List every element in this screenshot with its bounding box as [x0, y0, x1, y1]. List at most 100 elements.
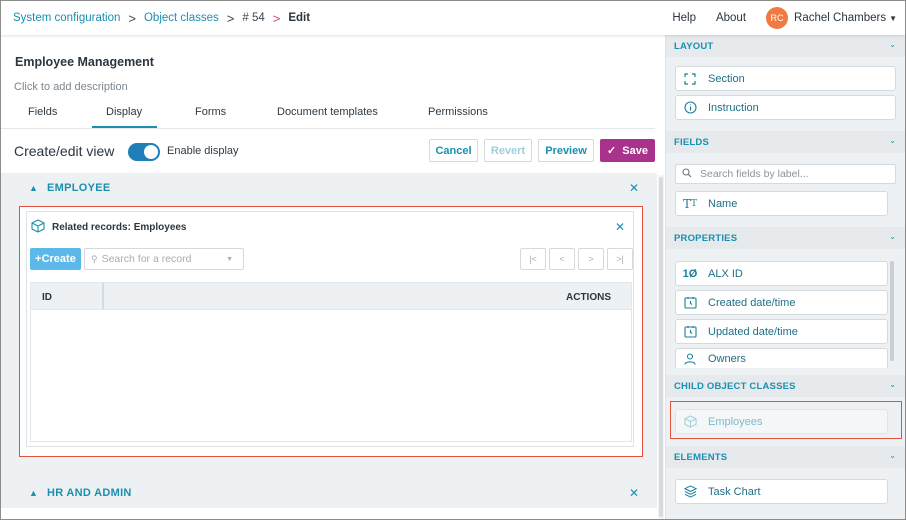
breadcrumb-system-configuration[interactable]: System configuration	[13, 12, 120, 24]
toggle-knob	[144, 145, 158, 159]
sidebar-item-updated[interactable]: Updated date/time	[675, 319, 888, 344]
chevron-down-icon: ▼	[226, 255, 233, 263]
view-toolbar: Create/edit view Enable display Cancel R…	[1, 135, 661, 169]
enable-display-toggle[interactable]	[128, 143, 160, 161]
breadcrumb-separator: >	[272, 10, 281, 26]
chevron-down-icon[interactable]: ⌄	[889, 380, 896, 389]
calendar-clock-icon	[682, 325, 698, 338]
column-actions: ACTIONS	[566, 292, 611, 303]
main-panel: Employee Management Click to add descrip…	[1, 35, 665, 519]
description-field[interactable]: Click to add description	[14, 81, 128, 93]
info-circle-icon	[682, 101, 698, 114]
chevron-left-icon: <	[559, 254, 565, 264]
last-page-icon: >|	[616, 254, 624, 264]
sidebar-layout-title: LAYOUT	[674, 41, 714, 52]
create-button[interactable]: +Create	[30, 248, 81, 270]
tab-display[interactable]: Display	[106, 106, 142, 118]
sidebar-child-classes-header[interactable]: CHILD OBJECT CLASSES ⌄	[666, 375, 905, 397]
related-records-highlight: Related records: Employees ✕ +Create ⚲ S…	[19, 206, 643, 457]
cube-icon	[31, 219, 45, 236]
save-label: Save	[622, 144, 648, 157]
section-employee-header[interactable]: ▲ EMPLOYEE ✕	[1, 173, 657, 203]
collapse-caret-icon[interactable]: ▲	[29, 183, 38, 193]
tab-fields[interactable]: Fields	[28, 106, 57, 118]
section-employee-label: EMPLOYEE	[47, 182, 111, 194]
sidebar-item-task-chart[interactable]: Task Chart	[675, 479, 888, 504]
breadcrumb-separator: >	[128, 10, 136, 26]
breadcrumb-record-number: # 54	[242, 12, 265, 24]
search-icon: ⚲	[91, 253, 98, 264]
section-frame-icon	[682, 72, 698, 85]
sidebar-item-employees[interactable]: Employees	[675, 409, 888, 434]
column-id[interactable]: ID	[42, 292, 52, 303]
chevron-down-icon[interactable]: ⌄	[889, 40, 896, 49]
sidebar-layout-header[interactable]: LAYOUT ⌄	[666, 35, 905, 57]
sidebar-item-name[interactable]: TT Name	[675, 191, 888, 216]
save-button[interactable]: ✓ Save	[600, 139, 655, 162]
main-scrollbar-thumb[interactable]	[659, 177, 663, 517]
section-hr-admin-header[interactable]: ▲ HR AND ADMIN ✕	[1, 478, 657, 508]
chevron-down-icon[interactable]: ⌄	[889, 232, 896, 241]
related-records-title: Related records: Employees	[52, 222, 187, 233]
collapse-caret-icon[interactable]: ▲	[29, 488, 38, 498]
sidebar-item-instruction[interactable]: Instruction	[675, 95, 896, 120]
tab-document-templates[interactable]: Document templates	[277, 106, 378, 118]
sidebar-item-owners[interactable]: Owners	[675, 348, 888, 368]
breadcrumb-separator: >	[226, 10, 235, 26]
avatar: RC	[766, 7, 789, 29]
prev-page-button[interactable]: <	[549, 248, 575, 270]
first-page-button[interactable]: |<	[520, 248, 546, 270]
chevron-down-icon[interactable]: ⌄	[889, 136, 896, 145]
close-icon[interactable]: ✕	[615, 220, 625, 234]
enable-display-label: Enable display	[167, 145, 239, 157]
help-link[interactable]: Help	[672, 12, 696, 24]
sidebar-item-label: Owners	[708, 352, 746, 365]
sidebar-item-label: Created date/time	[708, 296, 796, 309]
sidebar-item-label: Updated date/time	[708, 325, 798, 338]
sidebar-fields-title: FIELDS	[674, 137, 709, 148]
sidebar-properties-title: PROPERTIES	[674, 233, 738, 244]
calendar-clock-icon	[682, 296, 698, 309]
chevron-down-icon[interactable]: ⌄	[889, 451, 896, 460]
cancel-button[interactable]: Cancel	[429, 139, 478, 162]
sidebar-child-classes-title: CHILD OBJECT CLASSES	[674, 381, 796, 392]
last-page-button[interactable]: >|	[607, 248, 633, 270]
close-icon[interactable]: ✕	[629, 181, 639, 195]
top-bar: System configuration > Object classes > …	[1, 1, 905, 35]
breadcrumb-current: Edit	[288, 12, 311, 24]
tab-forms[interactable]: Forms	[195, 106, 226, 118]
sidebar-properties-header[interactable]: PROPERTIES ⌄	[666, 227, 905, 249]
section-hr-admin-label: HR AND ADMIN	[47, 487, 132, 499]
sidebar: LAYOUT ⌄ Section Instruction FIELDS ⌄ Se…	[665, 35, 905, 519]
preview-button[interactable]: Preview	[538, 139, 594, 162]
tab-permissions[interactable]: Permissions	[428, 106, 488, 118]
user-menu[interactable]: RC Rachel Chambers ▼	[766, 7, 897, 29]
page-title[interactable]: Employee Management	[15, 55, 154, 69]
revert-button[interactable]: Revert	[484, 139, 532, 162]
sidebar-item-label: Task Chart	[708, 485, 761, 498]
breadcrumb-object-classes[interactable]: Object classes	[144, 12, 219, 24]
active-tab-indicator	[92, 126, 157, 128]
first-page-icon: |<	[529, 254, 537, 264]
user-name: Rachel Chambers	[794, 12, 887, 24]
properties-scrollbar[interactable]	[890, 261, 894, 361]
sidebar-item-created[interactable]: Created date/time	[675, 290, 888, 315]
sidebar-item-label: ALX ID	[708, 267, 743, 280]
sidebar-elements-header[interactable]: ELEMENTS ⌄	[666, 446, 905, 468]
related-records-card[interactable]: Related records: Employees ✕ +Create ⚲ S…	[26, 211, 634, 447]
column-divider[interactable]	[102, 283, 104, 309]
tab-bar: Fields Display Forms Document templates …	[1, 101, 655, 129]
about-link[interactable]: About	[716, 12, 746, 24]
sidebar-item-alx-id[interactable]: 1Ø ALX ID	[675, 261, 888, 286]
close-icon[interactable]: ✕	[629, 486, 639, 500]
record-search-input[interactable]: ⚲ Search for a record ▼	[84, 248, 244, 270]
sidebar-fields-header[interactable]: FIELDS ⌄	[666, 131, 905, 153]
sidebar-item-label: Section	[708, 72, 745, 85]
chevron-right-icon: >	[588, 254, 594, 264]
sidebar-item-label: Employees	[708, 415, 763, 428]
text-type-icon: TT	[682, 196, 698, 211]
sidebar-item-section[interactable]: Section	[675, 66, 896, 91]
sidebar-elements-title: ELEMENTS	[674, 452, 728, 463]
field-search-input[interactable]: Search fields by label...	[675, 164, 896, 184]
next-page-button[interactable]: >	[578, 248, 604, 270]
